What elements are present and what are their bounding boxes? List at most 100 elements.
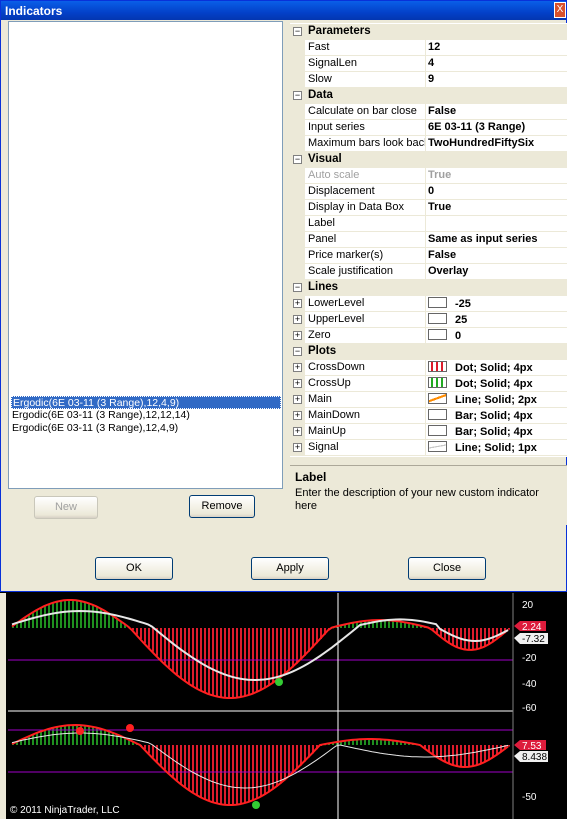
property-value[interactable]: 0: [428, 329, 567, 342]
property-row-calculate-on-bar-close[interactable]: Calculate on bar close False: [290, 104, 567, 120]
price-marker: 7.53: [522, 741, 542, 752]
expand-icon[interactable]: +: [293, 363, 302, 372]
column-divider: [425, 248, 426, 264]
property-value[interactable]: Line; Solid; 1px: [428, 441, 567, 454]
property-value[interactable]: 4: [428, 57, 567, 69]
histogram-bar: [244, 628, 246, 697]
histogram-bar: [440, 745, 442, 760]
expand-icon[interactable]: +: [293, 299, 302, 308]
category-label: Plots: [308, 345, 337, 357]
property-value[interactable]: Same as input series: [428, 233, 567, 245]
histogram-bar: [160, 745, 162, 766]
histogram-bar: [84, 601, 86, 628]
property-row-label[interactable]: Label: [290, 216, 567, 232]
property-value[interactable]: Dot; Solid; 4px: [428, 377, 567, 390]
property-value[interactable]: False: [428, 249, 567, 261]
property-row-price-marker-s-[interactable]: Price marker(s) False: [290, 248, 567, 264]
histogram-bar: [44, 730, 46, 745]
column-divider: [425, 328, 426, 344]
property-row-signallen[interactable]: SignalLen 4: [290, 56, 567, 72]
property-value[interactable]: True: [428, 201, 567, 213]
property-row-lowerlevel[interactable]: + LowerLevel -25: [290, 296, 567, 312]
property-row-upperlevel[interactable]: + UpperLevel 25: [290, 312, 567, 328]
property-value[interactable]: -25: [428, 297, 567, 310]
property-value[interactable]: 0: [428, 185, 567, 197]
property-name: Signal: [308, 441, 339, 453]
row-gutter: [290, 216, 305, 232]
property-value[interactable]: False: [428, 105, 567, 117]
expand-icon[interactable]: +: [293, 411, 302, 420]
property-row-crossdown[interactable]: + CrossDown Dot; Solid; 4px: [290, 360, 567, 376]
property-value[interactable]: 6E 03-11 (3 Range): [428, 121, 567, 133]
collapse-icon[interactable]: −: [293, 155, 302, 164]
property-row-input-series[interactable]: Input series 6E 03-11 (3 Range): [290, 120, 567, 136]
property-row-displacement[interactable]: Displacement 0: [290, 184, 567, 200]
collapse-icon[interactable]: −: [293, 27, 302, 36]
row-gutter: [290, 56, 305, 72]
histogram-bar: [436, 745, 438, 757]
category-data[interactable]: − Data: [290, 88, 567, 104]
property-value[interactable]: True: [428, 169, 567, 181]
close-button[interactable]: Close: [408, 557, 486, 580]
close-icon[interactable]: X: [554, 2, 566, 18]
ok-button[interactable]: OK: [95, 557, 173, 580]
property-value[interactable]: Dot; Solid; 4px: [428, 361, 567, 374]
cross-down-dot: [126, 724, 134, 732]
property-value[interactable]: Bar; Solid; 4px: [428, 409, 567, 422]
property-row-slow[interactable]: Slow 9: [290, 72, 567, 88]
row-gutter: [290, 72, 305, 88]
expand-icon[interactable]: +: [293, 379, 302, 388]
histogram-bar: [472, 745, 474, 767]
property-row-maximum-bars-look-back[interactable]: Maximum bars look back TwoHundredFiftySix: [290, 136, 567, 152]
property-row-zero[interactable]: + Zero 0: [290, 328, 567, 344]
property-row-scale-justification[interactable]: Scale justification Overlay: [290, 264, 567, 280]
property-value[interactable]: TwoHundredFiftySix: [428, 137, 567, 149]
property-row-mainup[interactable]: + MainUp Bar; Solid; 4px: [290, 424, 567, 440]
property-name: Maximum bars look back: [308, 137, 426, 149]
expand-icon[interactable]: +: [293, 427, 302, 436]
expand-icon[interactable]: +: [293, 331, 302, 340]
category-parameters[interactable]: − Parameters: [290, 24, 567, 40]
histogram-bar: [304, 628, 306, 656]
row-gutter: [290, 264, 305, 280]
property-name: Auto scale: [308, 169, 360, 181]
property-row-panel[interactable]: Panel Same as input series: [290, 232, 567, 248]
property-row-auto-scale[interactable]: Auto scale True: [290, 168, 567, 184]
collapse-icon[interactable]: −: [293, 91, 302, 100]
new-button[interactable]: New: [34, 496, 98, 519]
property-value[interactable]: Bar; Solid; 4px: [428, 425, 567, 438]
property-row-fast[interactable]: Fast 12: [290, 40, 567, 56]
column-divider: [425, 232, 426, 248]
histogram-bar: [236, 745, 238, 805]
property-value[interactable]: Overlay: [428, 265, 567, 277]
indicator-list-item[interactable]: Ergodic(6E 03-11 (3 Range),12,12,14): [11, 409, 281, 422]
property-value[interactable]: Line; Solid; 2px: [428, 393, 567, 406]
histogram-bar: [52, 603, 54, 628]
category-lines[interactable]: − Lines: [290, 280, 567, 296]
collapse-icon[interactable]: −: [293, 347, 302, 356]
expand-icon[interactable]: +: [293, 315, 302, 324]
histogram-bar: [92, 604, 94, 628]
column-divider: [425, 440, 426, 456]
property-row-display-in-data-box[interactable]: Display in Data Box True: [290, 200, 567, 216]
expand-icon[interactable]: +: [293, 395, 302, 404]
property-row-maindown[interactable]: + MainDown Bar; Solid; 4px: [290, 408, 567, 424]
axis-tick: -50: [522, 792, 537, 803]
property-row-signal[interactable]: + Signal Line; Solid; 1px: [290, 440, 567, 456]
indicator-list-item[interactable]: Ergodic(6E 03-11 (3 Range),12,4,9): [11, 396, 281, 409]
category-visual[interactable]: − Visual: [290, 152, 567, 168]
apply-button[interactable]: Apply: [251, 557, 329, 580]
indicator-list-item[interactable]: Ergodic(6E 03-11 (3 Range),12,4,9): [11, 422, 281, 435]
category-plots[interactable]: − Plots: [290, 344, 567, 360]
collapse-icon[interactable]: −: [293, 283, 302, 292]
property-value[interactable]: 12: [428, 41, 567, 53]
property-name: MainDown: [308, 409, 360, 421]
property-row-crossup[interactable]: + CrossUp Dot; Solid; 4px: [290, 376, 567, 392]
ergodic-chart[interactable]: 20 -20 -40 -60 -50 2.24 -7.32 7.53 8.438…: [0, 593, 567, 819]
remove-button[interactable]: Remove: [189, 495, 255, 518]
property-row-main[interactable]: + Main Line; Solid; 2px: [290, 392, 567, 408]
property-value[interactable]: 9: [428, 73, 567, 85]
property-value[interactable]: 25: [428, 313, 567, 326]
title-bar[interactable]: Indicators X: [1, 1, 566, 20]
expand-icon[interactable]: +: [293, 443, 302, 452]
